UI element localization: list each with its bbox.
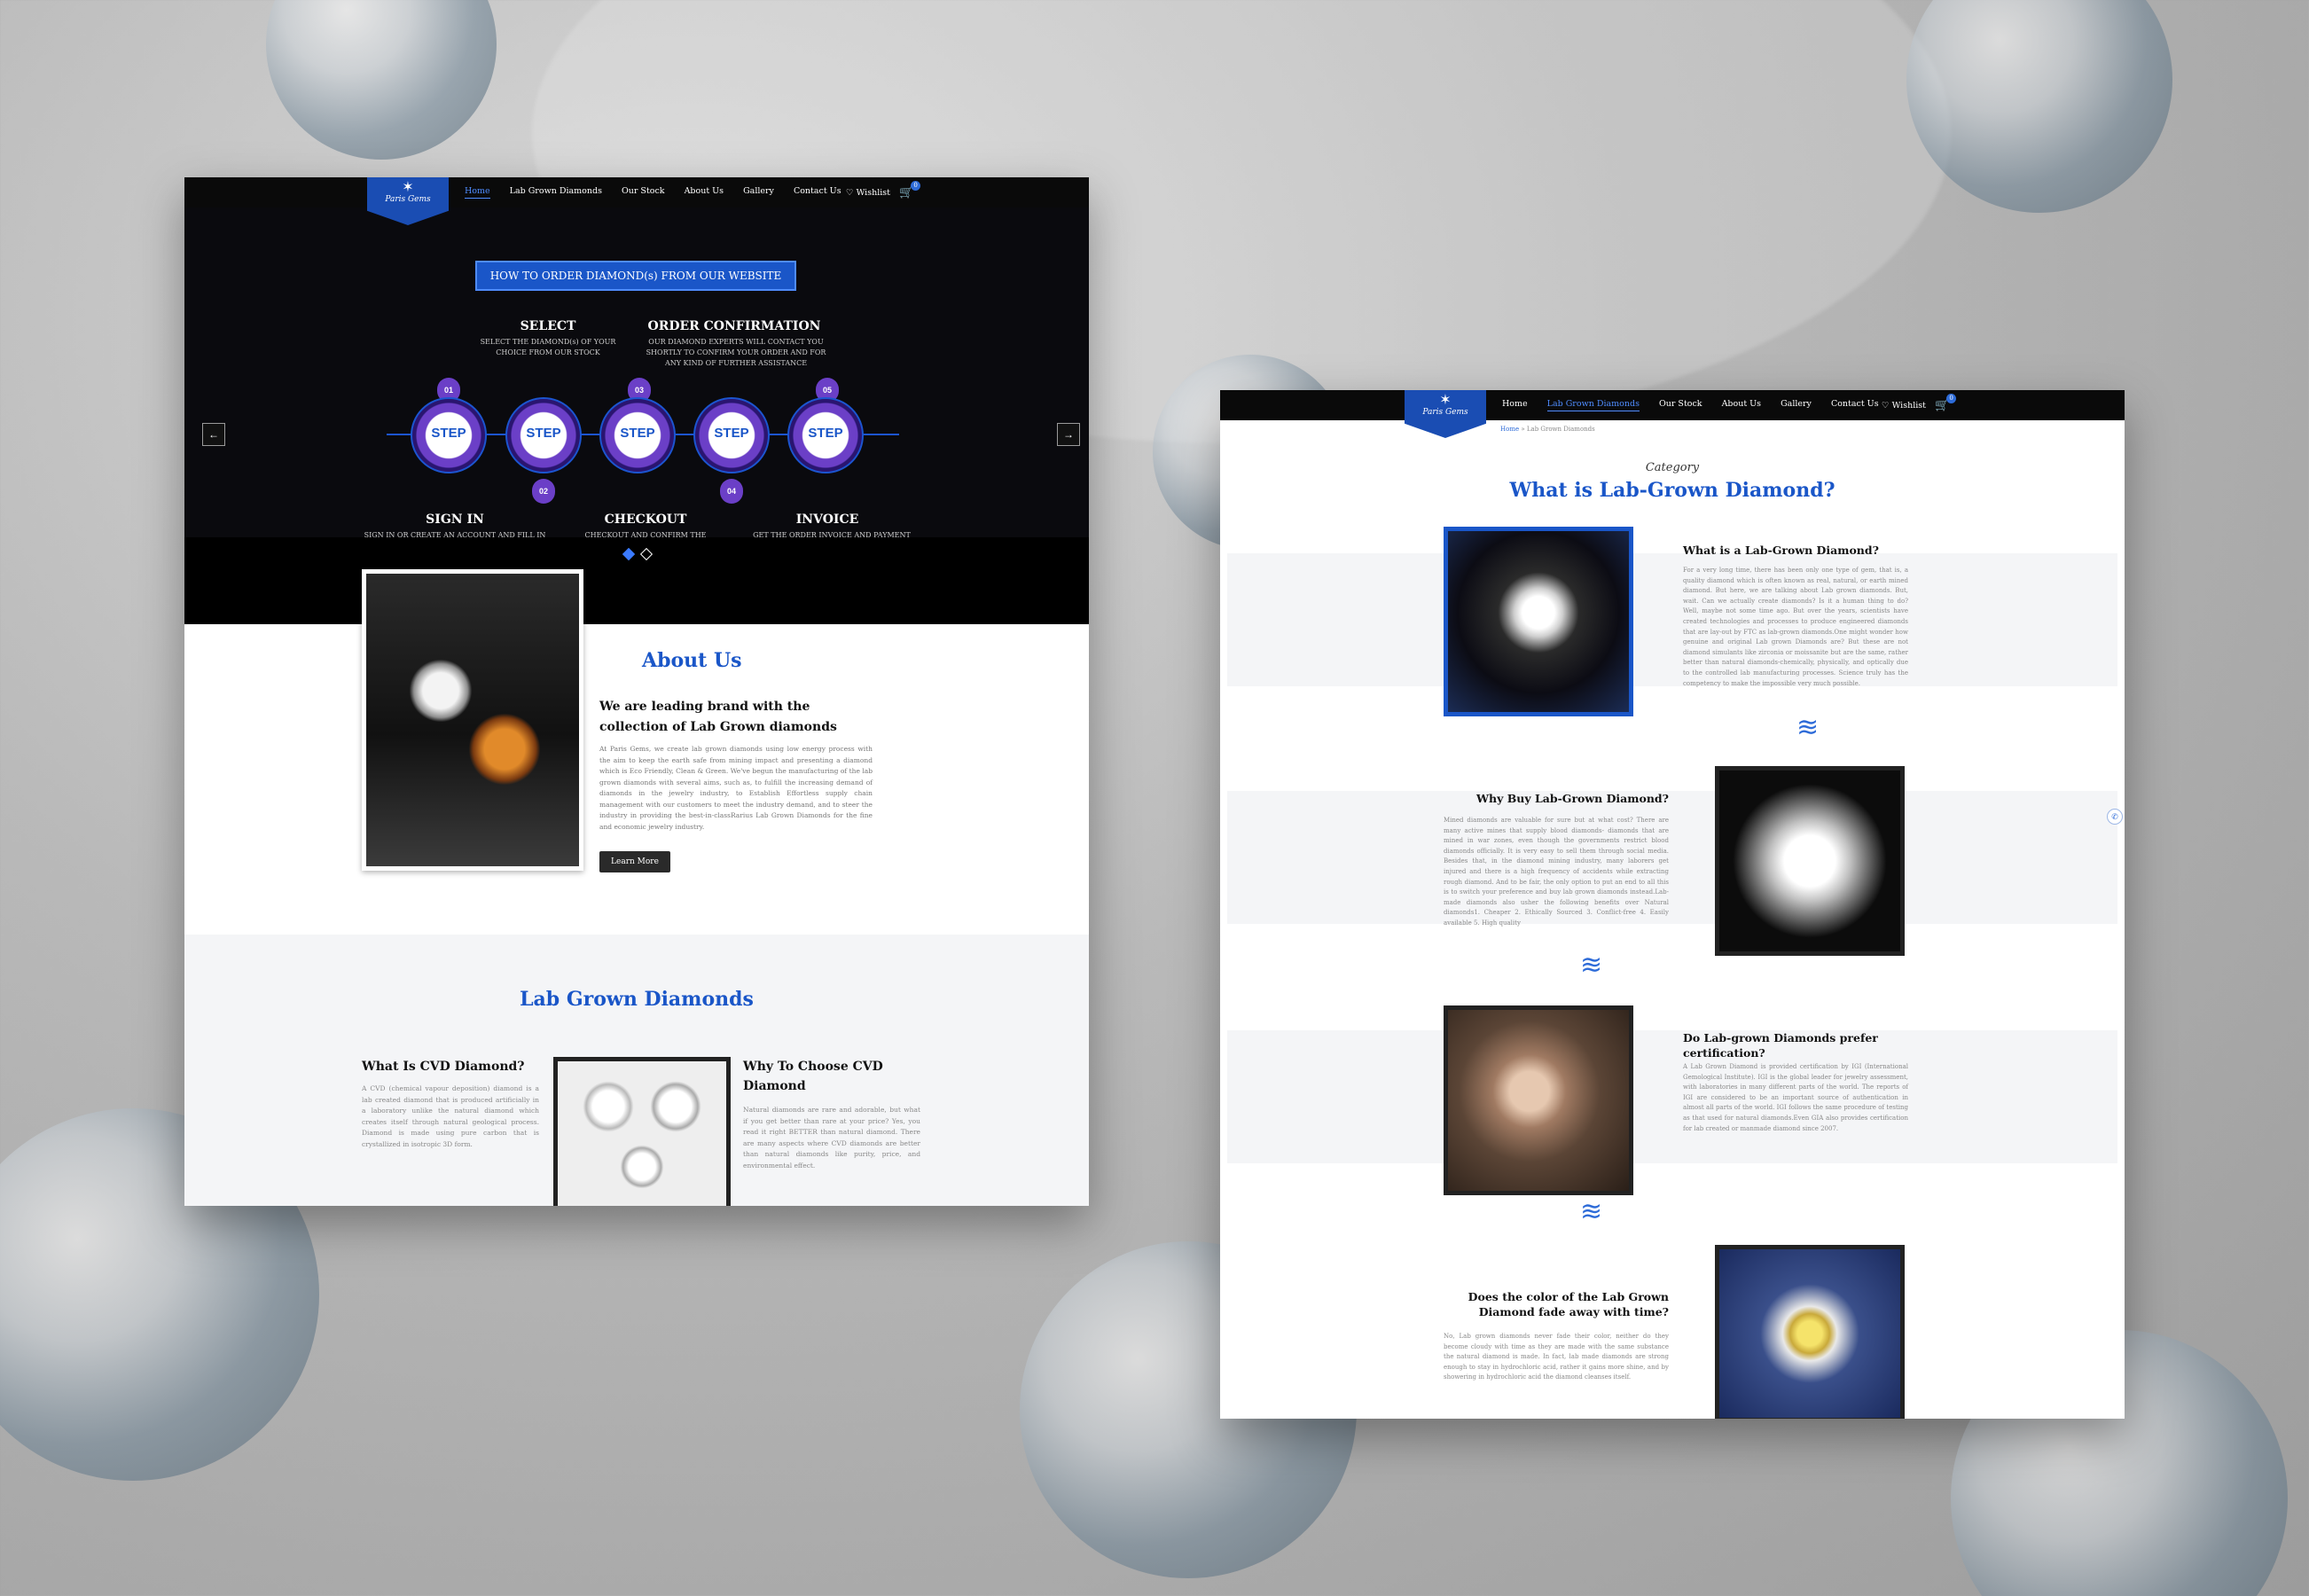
step-circle-01[interactable]: STEP bbox=[411, 397, 487, 473]
emerald-cut-diamond-image bbox=[1715, 766, 1905, 956]
breadcrumb-current: Lab Grown Diamonds bbox=[1526, 426, 1595, 433]
about-body: At Paris Gems, we create lab grown diamo… bbox=[599, 745, 873, 831]
top-nav: ✶ Paris Gems Home Lab Grown Diamonds Our… bbox=[1220, 390, 2125, 438]
yellow-diamond-ring-image bbox=[1715, 1245, 1905, 1419]
step-title-sign-in: SIGN IN bbox=[426, 512, 484, 527]
step-title-order-confirmation: ORDER CONFIRMATION bbox=[647, 319, 821, 333]
nav-menu: Home Lab Grown Diamonds Our Stock About … bbox=[1502, 399, 1879, 411]
step-title-select: SELECT bbox=[520, 319, 576, 333]
cvd-body: A CVD (chemical vapour deposition) diamo… bbox=[362, 1084, 539, 1148]
about-title: About Us bbox=[642, 649, 742, 672]
cart-button[interactable]: 🛒 0 bbox=[1935, 393, 1957, 412]
step-circle-05[interactable]: STEP bbox=[787, 397, 864, 473]
nav-menu: Home Lab Grown Diamonds Our Stock About … bbox=[465, 186, 841, 199]
brand-logo[interactable]: ✶ Paris Gems bbox=[1405, 390, 1486, 438]
step-circle-04[interactable]: STEP bbox=[693, 397, 770, 473]
heart-icon: ♡ bbox=[1882, 400, 1890, 411]
section-title-3: Do Lab-grown Diamonds prefer certificati… bbox=[1683, 1031, 1878, 1060]
cart-count-badge: 0 bbox=[911, 180, 921, 191]
nav-contact-us[interactable]: Contact Us bbox=[794, 186, 841, 199]
section-band bbox=[1227, 553, 2117, 686]
breadcrumb-home[interactable]: Home bbox=[1500, 426, 1519, 433]
step-circle-02[interactable]: STEP bbox=[505, 397, 582, 473]
about-section: About Us We are leading brand with the c… bbox=[184, 569, 1089, 935]
section-body-4: No, Lab grown diamonds never fade their … bbox=[1444, 1333, 1669, 1381]
step-circle-03[interactable]: STEP bbox=[599, 397, 676, 473]
wave-decoration: ≋ bbox=[1796, 713, 1820, 742]
star-logo-icon: ✶ bbox=[402, 180, 414, 195]
why-cvd-title: Why To Choose CVD Diamond bbox=[743, 1060, 883, 1093]
carousel-prev-button[interactable]: ← bbox=[202, 423, 225, 446]
wishlist-link[interactable]: ♡ Wishlist bbox=[846, 188, 890, 198]
cvd-title: What Is CVD Diamond? bbox=[362, 1060, 525, 1074]
nav-home[interactable]: Home bbox=[465, 186, 490, 199]
nav-our-stock[interactable]: Our Stock bbox=[622, 186, 665, 199]
order-steps-hero: HOW TO ORDER DIAMOND(s) FROM OUR WEBSITE… bbox=[184, 207, 1089, 550]
nav-lab-grown-diamonds[interactable]: Lab Grown Diamonds bbox=[1546, 399, 1640, 411]
top-nav: ✶ Paris Gems Home Lab Grown Diamonds Our… bbox=[184, 177, 1089, 225]
step-title-checkout: CHECKOUT bbox=[604, 512, 687, 527]
nav-about-us[interactable]: About Us bbox=[685, 186, 724, 199]
wave-decoration: ≋ bbox=[1580, 951, 1603, 980]
cart-button[interactable]: 🛒 0 bbox=[899, 180, 921, 200]
section-title-2: Why Buy Lab-Grown Diamond? bbox=[1475, 792, 1669, 805]
about-subtitle: We are leading brand with the collection… bbox=[599, 700, 837, 734]
section-band bbox=[1227, 791, 2117, 924]
background-diamond bbox=[1906, 0, 2172, 213]
carousel-dots bbox=[622, 547, 654, 561]
homepage-mockup: ✶ Paris Gems Home Lab Grown Diamonds Our… bbox=[184, 177, 1089, 1206]
nav-home[interactable]: Home bbox=[1502, 399, 1528, 411]
about-diamonds-image bbox=[362, 569, 583, 871]
loose-diamonds-image bbox=[553, 1057, 731, 1206]
lab-grown-section: Lab Grown Diamonds What Is CVD Diamond? … bbox=[184, 935, 1089, 1206]
carousel-dot-2[interactable] bbox=[639, 547, 654, 561]
section-title-4: Does the color of the Lab Grown Diamond … bbox=[1468, 1290, 1669, 1318]
section-body-1: For a very long time, there has been onl… bbox=[1683, 567, 1908, 687]
step-number-02: 02 bbox=[532, 479, 555, 504]
nav-about-us[interactable]: About Us bbox=[1722, 399, 1762, 411]
heart-icon: ♡ bbox=[846, 187, 854, 198]
lab-grown-title: Lab Grown Diamonds bbox=[520, 988, 754, 1011]
how-to-order-button[interactable]: HOW TO ORDER DIAMOND(s) FROM OUR WEBSITE bbox=[475, 261, 796, 291]
section-band bbox=[1227, 1030, 2117, 1163]
section-title-1: What is a Lab-Grown Diamond? bbox=[1683, 544, 1879, 557]
breadcrumb: Home » Lab Grown Diamonds bbox=[1500, 426, 1595, 433]
step-desc-order-confirmation: OUR DIAMOND EXPERTS WILL CONTACT YOU SHO… bbox=[646, 338, 826, 367]
nav-our-stock[interactable]: Our Stock bbox=[1659, 399, 1702, 411]
step-title-invoice: INVOICE bbox=[795, 512, 859, 527]
category-label: Category bbox=[1645, 461, 1700, 474]
step-number-04: 04 bbox=[720, 479, 743, 504]
nav-gallery[interactable]: Gallery bbox=[743, 186, 774, 199]
nav-lab-grown-diamonds[interactable]: Lab Grown Diamonds bbox=[510, 186, 602, 199]
section-body-3: A Lab Grown Diamond is provided certific… bbox=[1683, 1063, 1908, 1132]
star-logo-icon: ✶ bbox=[1439, 393, 1452, 408]
section-body-2: Mined diamonds are valuable for sure but… bbox=[1444, 817, 1669, 927]
learn-more-button[interactable]: Learn More bbox=[599, 851, 670, 872]
page-title: What is Lab-Grown Diamond? bbox=[1509, 479, 1835, 502]
step-desc-select: SELECT THE DIAMOND(s) OF YOUR CHOICE FRO… bbox=[480, 338, 616, 356]
carousel-next-button[interactable]: → bbox=[1057, 423, 1080, 446]
nav-gallery[interactable]: Gallery bbox=[1781, 399, 1812, 411]
background-diamond bbox=[266, 0, 497, 160]
diamond-cutting-image bbox=[1444, 1005, 1633, 1195]
wave-decoration: ≋ bbox=[1580, 1197, 1603, 1226]
nav-contact-us[interactable]: Contact Us bbox=[1831, 399, 1879, 411]
wishlist-link[interactable]: ♡ Wishlist bbox=[1882, 401, 1926, 411]
nav-actions: ♡ Wishlist 🛒 0 bbox=[1882, 393, 1957, 412]
why-cvd-body: Natural diamonds are rare and adorable, … bbox=[743, 1106, 920, 1170]
nav-actions: ♡ Wishlist 🛒 0 bbox=[846, 180, 921, 200]
carousel-dot-1[interactable] bbox=[622, 547, 636, 561]
lab-grown-page-mockup: ✶ Paris Gems Home Lab Grown Diamonds Our… bbox=[1220, 390, 2125, 1419]
phone-icon[interactable]: ✆ bbox=[2107, 809, 2123, 825]
round-diamond-image bbox=[1444, 527, 1633, 716]
cart-count-badge: 0 bbox=[1946, 393, 1957, 403]
